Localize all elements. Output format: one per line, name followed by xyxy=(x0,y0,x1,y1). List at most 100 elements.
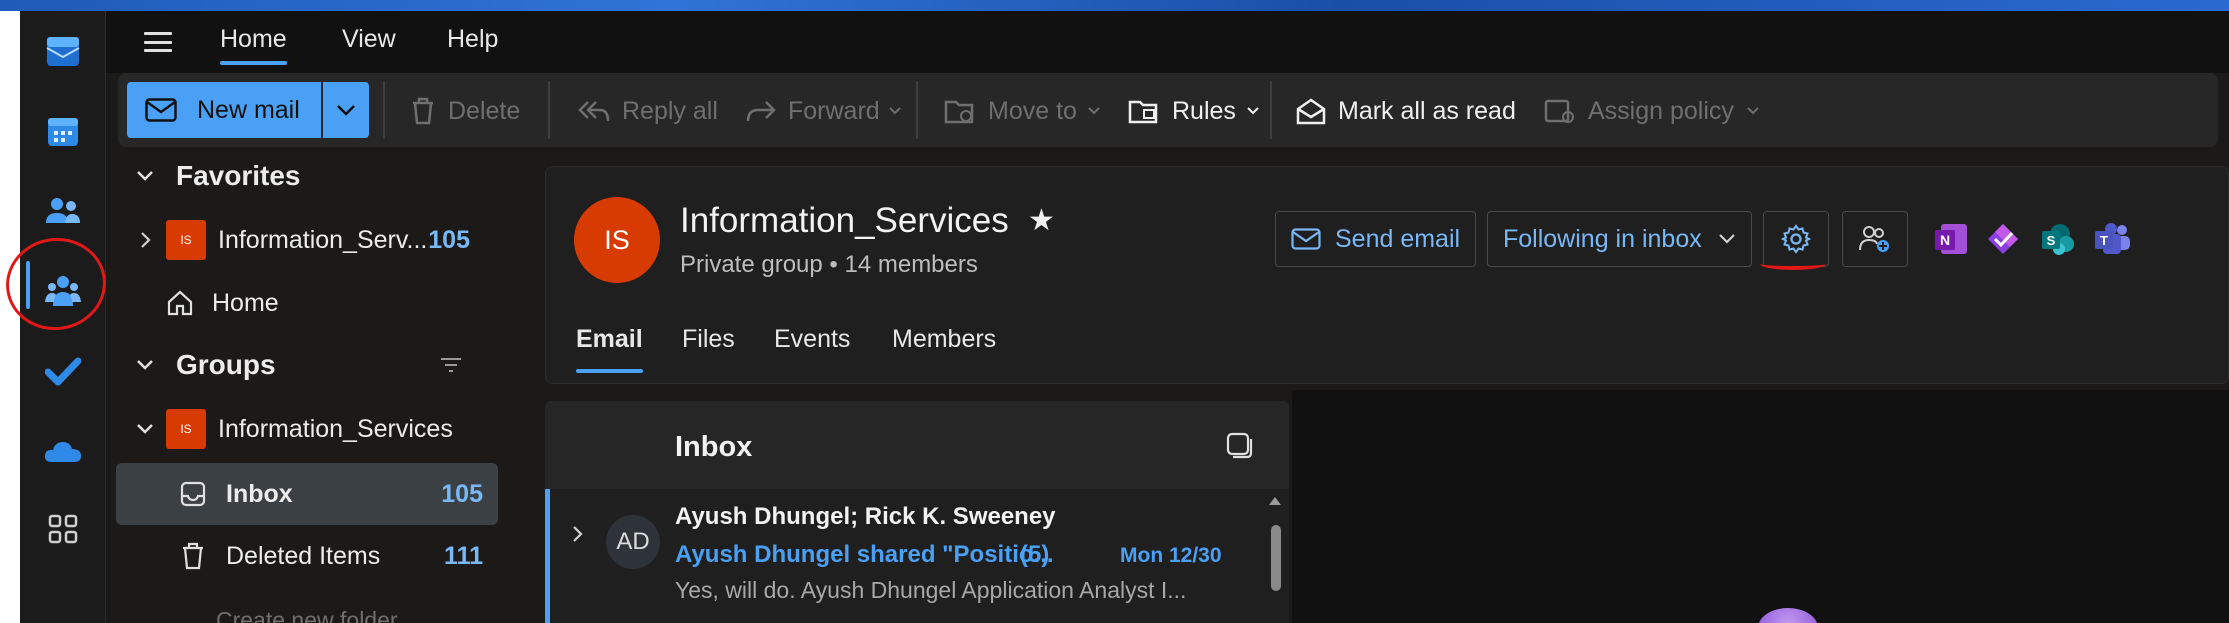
tab-email[interactable]: Email xyxy=(576,325,643,373)
todo-icon[interactable] xyxy=(43,351,83,391)
message-sender: Ayush Dhungel; Rick K. Sweeney xyxy=(675,503,1056,530)
new-mail-dropdown[interactable] xyxy=(323,82,369,138)
folder-move-icon xyxy=(944,100,974,124)
ribbon-divider xyxy=(548,81,550,139)
ribbon-divider xyxy=(1270,81,1272,139)
hamburger-menu-icon[interactable] xyxy=(142,27,174,57)
group-title: Information_Services xyxy=(680,201,1009,240)
forward-button[interactable]: Forward xyxy=(746,91,902,131)
envelope-open-icon xyxy=(1296,98,1326,125)
red-annotation-underline xyxy=(1760,258,1826,270)
chevron-down-icon xyxy=(137,424,153,434)
favorite-group-name: Information_Serv... xyxy=(218,225,428,254)
thread-count: (5) xyxy=(1020,541,1050,568)
group-name: Information_Services xyxy=(218,414,453,443)
group-badge: IS xyxy=(166,220,206,260)
group-item[interactable]: IS Information_Services xyxy=(116,400,498,458)
group-avatar: IS xyxy=(574,197,660,283)
deleted-items-folder[interactable]: Deleted Items 111 xyxy=(116,527,498,585)
new-mail-label: New mail xyxy=(197,95,300,124)
scroll-up-icon[interactable] xyxy=(1269,497,1281,505)
svg-text:N: N xyxy=(1940,232,1950,248)
mail-list-title: Inbox xyxy=(675,431,753,463)
tab-view[interactable]: View xyxy=(342,25,396,65)
gear-icon xyxy=(1781,224,1811,254)
chevron-down-icon xyxy=(137,360,153,370)
home-icon xyxy=(167,290,193,316)
chevron-right-icon xyxy=(141,232,151,248)
favorite-group-item[interactable]: IS Information_Serv... 105 xyxy=(116,211,498,269)
chevron-down-icon xyxy=(888,107,901,115)
new-mail-button[interactable]: New mail xyxy=(127,82,321,138)
mail-icon xyxy=(1291,228,1321,250)
avatar: AD xyxy=(606,515,660,569)
chevron-down-icon xyxy=(1088,107,1100,115)
ribbon-toolbar: New mail Delete Reply all Forward Move t… xyxy=(118,73,2218,147)
calendar-icon[interactable] xyxy=(43,111,83,151)
window-frame xyxy=(0,11,20,623)
forward-icon xyxy=(746,101,776,122)
onedrive-icon[interactable] xyxy=(43,431,83,471)
onenote-icon[interactable]: N xyxy=(1929,217,1973,261)
mail-icon xyxy=(145,98,177,122)
group-subtitle: Private group • 14 members xyxy=(680,251,978,278)
outlook-mail-icon[interactable] xyxy=(43,31,83,71)
ribbon-divider xyxy=(916,81,918,139)
unread-count: 105 xyxy=(441,479,483,508)
group-header-card: IS Information_Services ★ Private group … xyxy=(545,166,2229,384)
message-subject: Ayush Dhungel shared "Positio... xyxy=(675,541,1054,568)
tab-files[interactable]: Files xyxy=(682,325,735,373)
groups-header[interactable]: Groups xyxy=(116,336,498,394)
chevron-down-icon xyxy=(1718,234,1735,244)
chevron-down-icon xyxy=(1747,107,1759,115)
svg-text:T: T xyxy=(2100,233,2108,248)
people-icon[interactable] xyxy=(43,191,83,231)
add-member-button[interactable] xyxy=(1842,211,1908,267)
tab-home[interactable]: Home xyxy=(220,25,287,65)
assign-policy-button[interactable]: Assign policy xyxy=(1544,91,1760,131)
teams-icon[interactable]: T xyxy=(2090,217,2134,261)
mail-list-header: Inbox xyxy=(545,401,1289,489)
add-person-icon xyxy=(1859,226,1889,252)
scrollbar[interactable] xyxy=(1261,489,1289,623)
list-item[interactable]: AD Ayush Dhungel; Rick K. Sweeney Ayush … xyxy=(545,489,1261,623)
menu-bar: Home View Help xyxy=(106,11,2229,73)
folder-pane: Favorites IS Information_Serv... 105 Hom… xyxy=(106,147,506,623)
sharepoint-icon[interactable]: S xyxy=(2036,217,2080,261)
scrollbar-thumb[interactable] xyxy=(1271,525,1281,591)
send-email-button[interactable]: Send email xyxy=(1275,211,1477,267)
reply-all-button[interactable]: Reply all xyxy=(578,91,718,131)
group-badge: IS xyxy=(166,409,206,449)
inbox-icon xyxy=(180,481,206,507)
unread-count: 111 xyxy=(444,541,483,570)
tab-help[interactable]: Help xyxy=(447,25,498,65)
inbox-folder[interactable]: Inbox 105 xyxy=(116,463,498,525)
favorites-header[interactable]: Favorites xyxy=(116,147,498,205)
illustration-image xyxy=(1758,608,1818,623)
tab-events[interactable]: Events xyxy=(774,325,850,373)
mark-all-read-button[interactable]: Mark all as read xyxy=(1296,91,1516,131)
trash-icon xyxy=(413,97,433,125)
trash-icon xyxy=(183,542,203,570)
svg-text:S: S xyxy=(2047,233,2056,248)
move-to-button[interactable]: Move to xyxy=(944,91,1101,131)
window-top-strip xyxy=(0,0,2229,11)
rules-button[interactable]: Rules xyxy=(1128,91,1260,131)
create-folder-link[interactable]: Create new folder xyxy=(116,591,498,623)
message-date: Mon 12/30 xyxy=(1120,544,1222,567)
sort-filter-icon xyxy=(441,358,461,372)
planner-icon[interactable] xyxy=(1981,217,2025,261)
unread-count: 105 xyxy=(428,225,470,254)
star-icon[interactable]: ★ xyxy=(1028,203,1055,238)
home-item[interactable]: Home xyxy=(116,274,498,332)
select-mode-icon xyxy=(1226,432,1253,459)
reply-all-icon xyxy=(578,101,610,122)
tab-members[interactable]: Members xyxy=(892,325,996,373)
rules-icon xyxy=(1128,100,1158,124)
delete-button[interactable]: Delete xyxy=(410,91,520,131)
chevron-right-icon xyxy=(573,526,583,542)
more-apps-icon[interactable] xyxy=(43,509,83,549)
chevron-down-icon xyxy=(137,171,153,181)
ribbon-divider xyxy=(383,81,385,139)
following-dropdown[interactable]: Following in inbox xyxy=(1487,211,1752,267)
